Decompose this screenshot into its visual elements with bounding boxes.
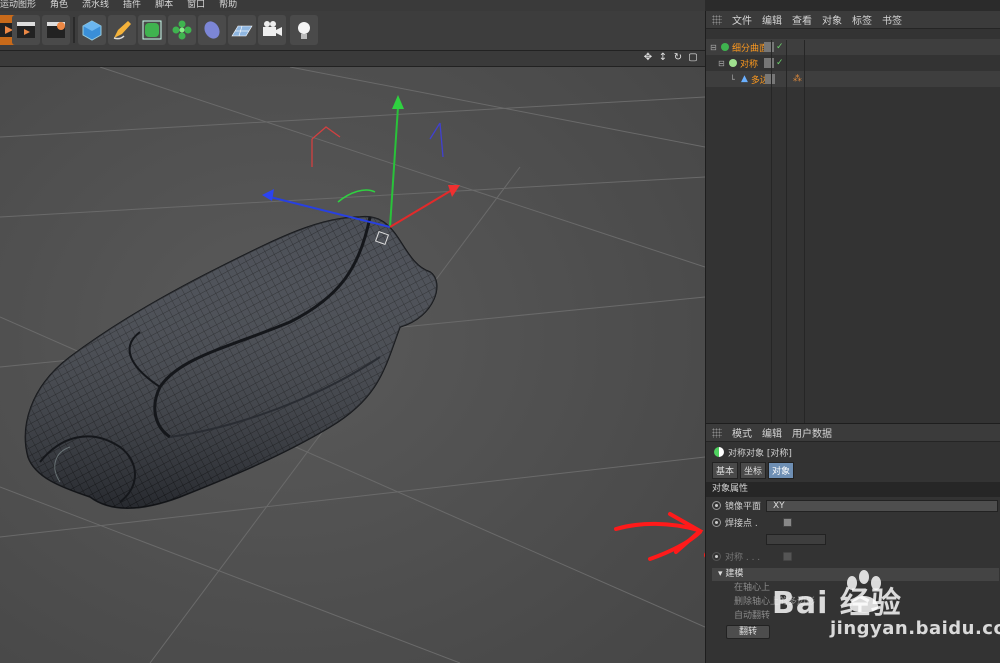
tab-basic[interactable]: 基本 <box>712 461 739 479</box>
panel-grip-icon[interactable] <box>712 14 722 25</box>
attribute-manager-menu: 模式 编辑 用户数据 <box>706 424 1000 442</box>
animate-radio[interactable] <box>712 518 721 527</box>
symmetry-label: 对称 . . . <box>725 553 761 563</box>
camera-button[interactable] <box>258 15 286 45</box>
floor-icon <box>231 25 253 37</box>
visibility-toggle[interactable] <box>764 74 775 84</box>
animate-radio[interactable] <box>712 501 721 510</box>
menu-window[interactable]: 窗口 <box>187 0 205 11</box>
tab-object[interactable]: 对象 <box>768 461 795 479</box>
menu-pipeline[interactable]: 流水线 <box>82 0 109 11</box>
mirror-plane-prop: 镜像平面 XY <box>706 497 1000 514</box>
modeling-label: 建模 <box>725 569 744 579</box>
light-bulb-icon <box>298 22 310 39</box>
attribute-title: 对称对象 [对称] <box>706 442 1000 462</box>
camera-icon <box>263 21 282 36</box>
object-manager-panel: 文件 编辑 查看 对象 标签 书签 ⊟ 细分曲面 ✓ ⊟ 对称 ✓ └ ▲ 多边… <box>705 11 1000 423</box>
tree-expand-icon[interactable]: ⊟ <box>710 43 718 52</box>
weld-points-checkbox[interactable] <box>783 518 792 527</box>
pen-tool-button[interactable] <box>108 15 136 45</box>
tree-branch-icon: └ <box>730 74 735 84</box>
rotate-view-icon[interactable]: ↻ <box>672 52 684 64</box>
watermark-brand: Bai 经验 <box>772 586 902 621</box>
am-menu-userdata[interactable]: 用户数据 <box>792 425 832 440</box>
tab-coord[interactable]: 坐标 <box>740 461 767 479</box>
symmetry-checkbox[interactable] <box>783 552 792 561</box>
animate-radio[interactable] <box>712 552 721 561</box>
deformer-button[interactable] <box>198 15 226 45</box>
attribute-tabs: 基本 坐标 对象 <box>706 461 1000 479</box>
om-menu-objects[interactable]: 对象 <box>822 12 842 27</box>
cube-icon <box>82 20 102 41</box>
pen-icon <box>113 21 131 40</box>
am-menu-edit[interactable]: 编辑 <box>762 425 782 440</box>
om-menu-view[interactable]: 查看 <box>792 12 812 27</box>
render-settings-icon <box>47 22 65 38</box>
om-menu-tags[interactable]: 标签 <box>852 12 872 27</box>
om-menu-file[interactable]: 文件 <box>732 12 752 27</box>
weld-points-label: 焊接点 . <box>725 519 758 529</box>
attribute-title-text: 对称对象 [对称] <box>728 448 792 459</box>
cloner-icon <box>172 20 192 40</box>
menu-character[interactable]: 角色 <box>50 0 68 11</box>
symmetry-prop: 对称 . . . <box>706 548 1000 565</box>
symmetry-object-icon <box>729 59 737 67</box>
render-settings-button[interactable] <box>42 15 70 45</box>
tolerance-field[interactable] <box>766 534 826 545</box>
enabled-check-icon[interactable]: ✓ <box>776 42 784 52</box>
menu-mograph[interactable]: 运动图形 <box>0 0 36 11</box>
am-menu-mode[interactable]: 模式 <box>732 425 752 440</box>
object-row-subdivision[interactable]: ⊟ 细分曲面 ✓ <box>706 39 1000 55</box>
cube-button[interactable] <box>78 15 106 45</box>
subdivision-object-icon <box>721 43 729 51</box>
object-properties-section: 对象属性 <box>706 482 1000 497</box>
weld-points-prop: 焊接点 . <box>706 514 1000 531</box>
subdivision-button[interactable] <box>138 15 166 45</box>
tolerance-prop <box>706 531 1000 548</box>
main-toolbar <box>0 11 705 51</box>
object-manager-menu: 文件 编辑 查看 对象 标签 书签 <box>706 11 1000 29</box>
subdivision-icon <box>142 20 162 40</box>
object-name[interactable]: 细分曲面 <box>732 41 764 54</box>
floor-button[interactable] <box>228 15 256 45</box>
visibility-toggle[interactable] <box>764 42 774 52</box>
tree-expand-icon[interactable]: ⊟ <box>718 59 726 68</box>
light-button[interactable] <box>290 15 318 45</box>
move-view-icon[interactable]: ✥ <box>642 52 654 64</box>
mirror-plane-select[interactable]: XY <box>766 499 998 512</box>
panel-grip-icon[interactable] <box>712 427 722 438</box>
watermark-url: jingyan.baidu.com <box>830 618 1000 639</box>
om-menu-edit[interactable]: 编辑 <box>762 12 782 27</box>
main-menu-bar: 运动图形 角色 流水线 插件 脚本 窗口 帮助 <box>0 0 705 11</box>
om-menu-bookmarks[interactable]: 书签 <box>882 12 902 27</box>
symmetry-object-icon <box>714 447 724 457</box>
object-name[interactable]: 对称 <box>740 57 764 70</box>
flip-button[interactable]: 翻转 <box>726 625 770 639</box>
object-name[interactable]: 多边 <box>751 73 765 86</box>
3d-viewport[interactable]: ✥ ↕ ↻ ▢ <box>0 51 705 663</box>
menu-plugins[interactable]: 插件 <box>123 0 141 11</box>
zoom-view-icon[interactable]: ↕ <box>657 52 669 64</box>
object-row-symmetry[interactable]: ⊟ 对称 ✓ <box>706 55 1000 71</box>
polygon-object-icon: ▲ <box>741 74 748 84</box>
menu-script[interactable]: 脚本 <box>155 0 173 11</box>
menu-help[interactable]: 帮助 <box>219 0 237 11</box>
maximize-view-icon[interactable]: ▢ <box>687 52 699 64</box>
viewport-header: ✥ ↕ ↻ ▢ <box>0 51 705 67</box>
render-view-button[interactable] <box>12 15 40 45</box>
object-row-polygon[interactable]: └ ▲ 多边 ⁂ <box>706 71 1000 87</box>
mograph-cloner-button[interactable] <box>168 15 196 45</box>
clapper-icon <box>17 22 35 38</box>
visibility-toggle[interactable] <box>764 58 774 68</box>
viewport-scene <box>0 67 705 663</box>
enabled-check-icon[interactable]: ✓ <box>776 58 784 68</box>
deformer-icon <box>204 21 220 39</box>
phong-tag-icon[interactable]: ⁂ <box>793 74 802 84</box>
